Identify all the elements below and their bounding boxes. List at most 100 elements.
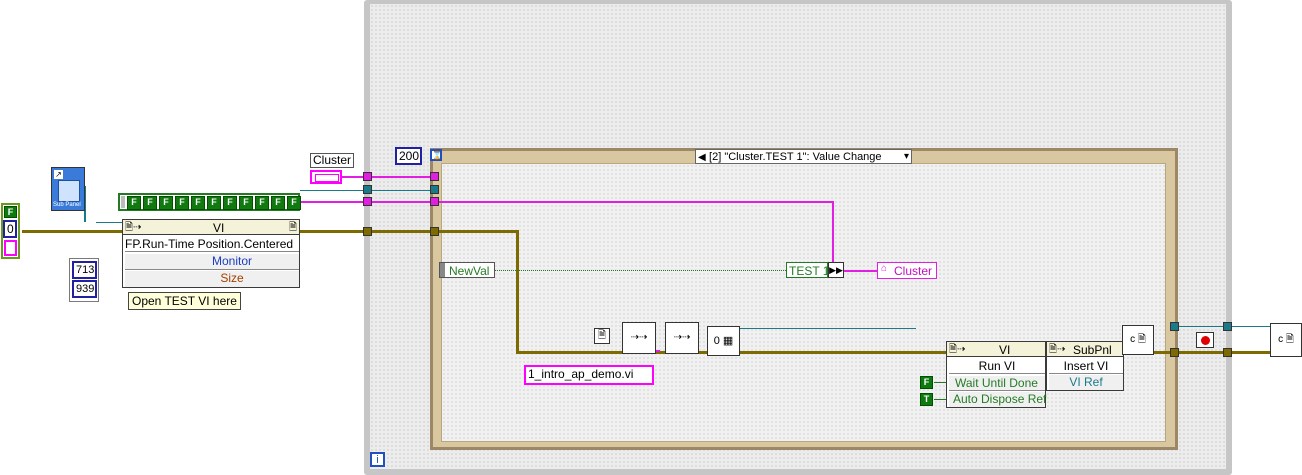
tunnel-ref-inner <box>430 227 439 236</box>
test1-indicator[interactable]: TEST 1 <box>786 262 830 278</box>
vi-property-error-icon: 🗎 <box>288 222 297 233</box>
tunnel-right-ref <box>1170 348 1179 357</box>
local-variable-icon: ⌂ <box>881 263 888 274</box>
timeout-terminal[interactable]: ⌛ <box>430 149 442 161</box>
pink-wire-to-local <box>842 270 878 272</box>
property-node-icon: 🗎⇢ <box>125 222 142 233</box>
iteration-label: i <box>376 454 379 466</box>
auto-dispose-ref[interactable]: Auto Dispose Ref <box>949 392 1046 407</box>
loop-tunnel-out-teal <box>1223 322 1232 331</box>
newval-label: NewVal <box>449 264 490 278</box>
orange-wire-inner-v <box>516 230 519 354</box>
bool-array-index[interactable] <box>121 196 125 208</box>
bool-array-element[interactable]: F <box>255 196 269 210</box>
run-vi-title: VI <box>999 343 1011 357</box>
cluster-label: Cluster <box>310 153 355 168</box>
bundle-node[interactable]: ▶▶ <box>828 262 844 278</box>
orange-wire-inner-h <box>434 230 518 233</box>
bool-array-element[interactable]: F <box>175 196 189 210</box>
selector-right-arrow[interactable]: ▾ <box>904 150 909 163</box>
bool-array-element[interactable]: F <box>143 196 157 210</box>
vi-property-header: 🗎⇢ VI 🗎 <box>122 219 300 235</box>
tunnel-right-teal <box>1170 322 1179 331</box>
subpanel-icon-text: Sub Panel <box>53 202 81 208</box>
newval-bar <box>440 263 445 277</box>
stop-terminal[interactable] <box>1196 332 1214 348</box>
pink-wire-inner <box>434 201 834 203</box>
vi-property-title: VI <box>213 221 225 235</box>
comment-label: Open TEST VI here <box>128 292 241 310</box>
property-size[interactable]: Size <box>125 271 299 287</box>
close-ref-node[interactable]: c 🗎 <box>1122 325 1154 355</box>
build-path-node-1[interactable]: ⇢⇢ <box>622 322 656 354</box>
vi-path-constant[interactable]: 1_intro_ap_demo.vi <box>524 365 654 385</box>
pink-wire-cluster <box>340 176 434 178</box>
app-dir-node[interactable]: 🗎 <box>594 328 610 344</box>
cluster-terminal-icon <box>315 174 339 182</box>
teal-wire-out <box>1170 326 1272 327</box>
wait-until-done[interactable]: Wait Until Done <box>949 376 1045 391</box>
subpanel-node-icon: 🗎⇢ <box>1049 344 1066 355</box>
final-close-ref-node[interactable]: c 🗎 <box>1270 323 1302 357</box>
false-constant[interactable]: F <box>4 206 17 218</box>
cluster-terminal[interactable] <box>310 170 342 184</box>
bool-array-element[interactable]: F <box>239 196 253 210</box>
teal-wire-viref <box>740 328 916 329</box>
wait-wire <box>934 382 946 383</box>
event-case-selector[interactable]: ◀ [2] "Cluster.TEST 1": Value Change ▾ <box>695 149 912 164</box>
stop-icon <box>1201 336 1210 345</box>
bool-array-element[interactable]: F <box>287 196 301 210</box>
auto-dispose-true-constant[interactable]: T <box>920 393 933 406</box>
cluster-local-variable[interactable]: ⌂ Cluster <box>877 262 937 279</box>
vi-property-node[interactable]: 🗎⇢ VI 🗎 FP.Run-Time Position.Centered Mo… <box>122 219 300 288</box>
run-vi-invoke-node[interactable]: 🗎⇢ VI Run VI Wait Until Done Auto Dispos… <box>946 341 1046 408</box>
event-case-label: [2] "Cluster.TEST 1": Value Change <box>709 151 882 163</box>
tunnel-teal-inner <box>430 185 439 194</box>
bool-array-element[interactable]: F <box>191 196 205 210</box>
bool-array-element[interactable]: F <box>127 196 141 210</box>
dispose-wire <box>934 399 946 400</box>
bool-array-constant[interactable]: FFFFFFFFFFF <box>118 193 301 211</box>
error-pink-box <box>4 240 17 256</box>
orange-wire-out <box>1230 351 1272 354</box>
iteration-terminal: i <box>370 452 385 467</box>
zero-constant[interactable]: 0 <box>3 220 17 238</box>
property-monitor[interactable]: Monitor <box>125 254 299 270</box>
bool-array-element[interactable]: F <box>223 196 237 210</box>
subpanel-invoke-node[interactable]: 🗎⇢ SubPnl Insert VI VI Ref <box>1046 341 1124 391</box>
subpanel-inner-icon <box>58 180 80 202</box>
tunnel-teal <box>363 185 372 194</box>
vi-ref-param[interactable]: VI Ref <box>1049 375 1123 390</box>
tunnel-array-inner <box>430 197 439 206</box>
tunnel-cluster-inner <box>430 172 439 181</box>
subpanel-header: 🗎⇢ SubPnl <box>1046 341 1124 357</box>
newval-terminal[interactable]: NewVal <box>439 262 495 278</box>
size-width-constant[interactable]: 713 <box>72 261 97 279</box>
selector-left-arrow[interactable]: ◀ <box>698 152 706 163</box>
event-structure-diagram <box>441 163 1166 442</box>
test1-label: TEST 1 <box>789 264 830 278</box>
insert-vi-method[interactable]: Insert VI <box>1049 359 1123 374</box>
subpanel-title: SubPnl <box>1073 343 1112 357</box>
bool-array-element[interactable]: F <box>271 196 285 210</box>
bool-array-values: FFFFFFFFFFF <box>127 196 301 210</box>
subpanel-corner-icon: ↗ <box>54 170 63 179</box>
tunnel-array <box>363 197 372 206</box>
timeout-constant[interactable]: 200 <box>395 147 422 165</box>
invoke-node-icon: 🗎⇢ <box>949 344 966 355</box>
orange-wire-loop <box>368 230 434 233</box>
open-vi-ref-node[interactable]: 0 ▦ <box>707 326 740 356</box>
subpanel-ref-icon[interactable]: ↗ Sub Panel <box>51 167 85 211</box>
bool-array-element[interactable]: F <box>159 196 173 210</box>
tunnel-cluster <box>363 172 372 181</box>
cluster-local-label: Cluster <box>894 264 933 278</box>
build-path-node-2[interactable]: ⇢⇢ <box>665 322 699 354</box>
wait-false-constant[interactable]: F <box>920 376 933 389</box>
pink-wire-down <box>832 201 834 271</box>
run-vi-method[interactable]: Run VI <box>949 359 1045 374</box>
property-centered[interactable]: FP.Run-Time Position.Centered <box>125 237 299 252</box>
bool-array-element[interactable]: F <box>207 196 221 210</box>
tunnel-ref <box>363 227 372 236</box>
size-height-constant[interactable]: 939 <box>72 280 97 298</box>
loop-tunnel-out-ref <box>1223 348 1232 357</box>
